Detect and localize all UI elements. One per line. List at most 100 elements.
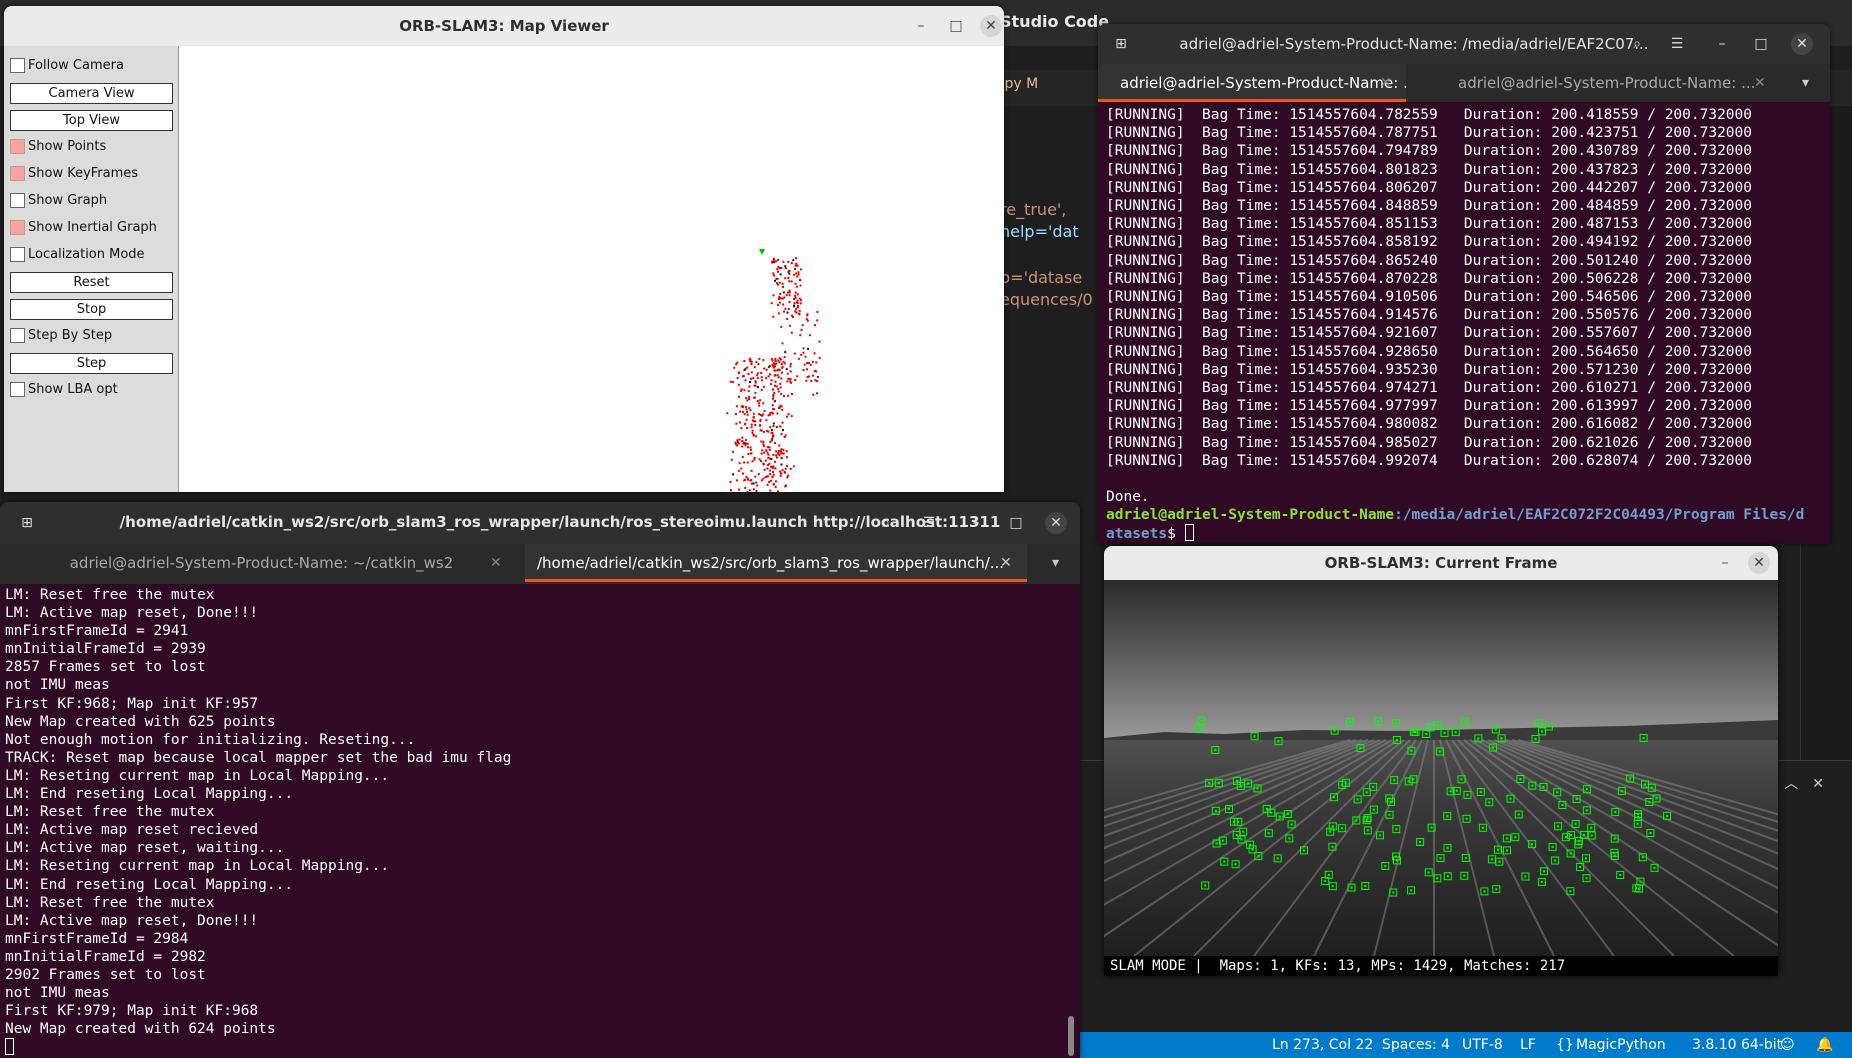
search-icon[interactable]: ⌕	[1626, 33, 1648, 55]
minimize-icon[interactable]: –	[1714, 552, 1736, 574]
feedback-icon[interactable]: ☺	[1780, 1037, 1795, 1053]
map-point	[787, 394, 789, 397]
map-viewer-titlebar[interactable]: ORB-SLAM3: Map Viewer – □ ✕	[4, 6, 1004, 46]
show-keyframes-checkbox[interactable]: Show KeyFrames	[10, 166, 138, 186]
feature-dot	[1547, 725, 1550, 728]
checkbox-box[interactable]	[10, 166, 25, 181]
map-point	[741, 436, 744, 439]
map-point	[750, 452, 753, 455]
feature-dot	[1341, 827, 1344, 830]
checkbox-box[interactable]	[10, 139, 25, 154]
map-point	[772, 407, 775, 410]
map-point	[814, 379, 817, 382]
close-tab-icon[interactable]: ✕	[1754, 64, 1766, 102]
checkbox-box[interactable]	[10, 58, 25, 73]
feature-dot	[1438, 750, 1441, 753]
log-line: LM: Reset free the mutex	[5, 804, 215, 821]
map-point	[789, 380, 792, 383]
feature-dot	[1649, 832, 1652, 834]
indentation[interactable]: Spaces: 4	[1382, 1037, 1450, 1053]
terminal-tab[interactable]: adriel@adriel-System-Product-Name: ...	[1408, 64, 1780, 102]
map-point	[815, 370, 818, 373]
line-ending[interactable]: LF	[1520, 1037, 1536, 1053]
map-point	[790, 280, 793, 283]
terminal-titlebar[interactable]: ⊞ /home/adriel/catkin_ws2/src/orb_slam3_…	[0, 502, 1080, 544]
encoding[interactable]: UTF-8	[1462, 1037, 1503, 1053]
maximize-icon[interactable]: □	[1750, 33, 1772, 55]
checkbox-box[interactable]	[10, 193, 25, 208]
checkbox-box[interactable]	[10, 328, 25, 343]
terminal-output[interactable]: LM: Reset free the mutex LM: Active map r…	[0, 586, 1080, 1058]
checkbox-box[interactable]	[10, 247, 25, 262]
map-point	[746, 399, 749, 402]
map-point	[748, 395, 751, 398]
checkbox-box[interactable]	[10, 382, 25, 397]
terminal-tab-active[interactable]: adriel@adriel-System-Product-Name: ...	[1098, 64, 1406, 102]
new-tab-icon[interactable]: ⊞	[16, 512, 38, 534]
localization-mode-checkbox[interactable]: Localization Mode	[10, 247, 145, 267]
python-interpreter[interactable]: 3.8.10 64-bit	[1692, 1037, 1782, 1053]
maximize-icon[interactable]: □	[1005, 512, 1027, 534]
close-tab-icon[interactable]: ✕	[1380, 64, 1392, 102]
terminal-titlebar[interactable]: ⊞ adriel@adriel-System-Product-Name: /me…	[1098, 24, 1830, 64]
map-point	[793, 352, 796, 355]
feature-dot	[1585, 788, 1588, 791]
chevron-down-icon[interactable]: ▾	[1052, 544, 1059, 582]
terminal-tab-active[interactable]: /home/adriel/catkin_ws2/src/orb_slam3_ro…	[525, 544, 1027, 582]
vscode-tab-modified[interactable]: .py M	[1000, 76, 1038, 92]
feature-dot	[1477, 737, 1480, 740]
reset-button[interactable]: Reset	[10, 272, 173, 293]
follow-camera-checkbox[interactable]: Follow Camera	[10, 58, 124, 78]
map-3d-canvas[interactable]	[180, 46, 1004, 492]
chevron-down-icon[interactable]: ▾	[1802, 64, 1809, 102]
terminal-output[interactable]: [RUNNING] Bag Time: 1514557604.782559 Du…	[1098, 102, 1830, 544]
minimize-icon[interactable]: –	[965, 512, 987, 534]
map-point	[773, 391, 776, 394]
map-point	[760, 460, 763, 462]
map-point	[752, 415, 755, 418]
close-icon[interactable]: ✕	[1045, 512, 1067, 534]
checkbox-box[interactable]	[10, 220, 25, 235]
panel-controls[interactable]: ︿✕	[1784, 773, 1838, 793]
menu-icon[interactable]: ☰	[918, 512, 940, 534]
bell-icon[interactable]: 🔔	[1816, 1037, 1833, 1053]
show-points-checkbox[interactable]: Show Points	[10, 139, 106, 159]
map-point	[749, 381, 751, 383]
top-view-button[interactable]: Top View	[10, 110, 173, 131]
close-tab-icon[interactable]: ✕	[1000, 544, 1012, 582]
minimize-icon[interactable]: –	[1711, 33, 1733, 55]
map-point	[766, 475, 769, 478]
menu-icon[interactable]: ☰	[1666, 33, 1688, 55]
show-inertial-graph-checkbox[interactable]: Show Inertial Graph	[10, 220, 157, 240]
current-frame-titlebar[interactable]: ORB-SLAM3: Current Frame – ✕	[1104, 546, 1778, 580]
close-icon[interactable]: ✕	[1791, 33, 1813, 55]
language-mode[interactable]: MagicPython	[1576, 1037, 1666, 1053]
minimize-icon[interactable]: –	[910, 15, 932, 37]
step-button[interactable]: Step	[10, 353, 173, 374]
map-point	[735, 422, 738, 425]
step-by-step-checkbox[interactable]: Step By Step	[10, 328, 112, 348]
search-icon[interactable]: ⌕	[875, 512, 897, 534]
close-icon[interactable]: ✕	[1748, 552, 1770, 574]
map-point	[768, 481, 771, 483]
maximize-icon[interactable]: □	[945, 15, 967, 37]
feature-dot	[1215, 842, 1218, 845]
show-lba-opt-checkbox[interactable]: Show LBA opt	[10, 382, 118, 402]
close-icon[interactable]: ✕	[1812, 776, 1838, 792]
map-point	[780, 371, 783, 374]
map-point	[782, 429, 784, 432]
map-point	[795, 311, 798, 314]
terminal-tab[interactable]: adriel@adriel-System-Product-Name: ~/cat…	[0, 544, 523, 582]
scrollbar[interactable]	[1068, 1016, 1074, 1056]
chevron-up-icon[interactable]: ︿	[1784, 776, 1812, 792]
map-point	[782, 303, 785, 306]
stop-button[interactable]: Stop	[10, 299, 173, 320]
feature-dot	[1395, 739, 1398, 741]
feature-dot	[1483, 890, 1486, 893]
map-point	[778, 470, 781, 473]
close-icon[interactable]: ✕	[980, 15, 1002, 37]
cursor-position[interactable]: Ln 273, Col 22	[1272, 1037, 1373, 1053]
close-tab-icon[interactable]: ✕	[490, 544, 502, 582]
show-graph-checkbox[interactable]: Show Graph	[10, 193, 107, 213]
camera-view-button[interactable]: Camera View	[10, 83, 173, 104]
